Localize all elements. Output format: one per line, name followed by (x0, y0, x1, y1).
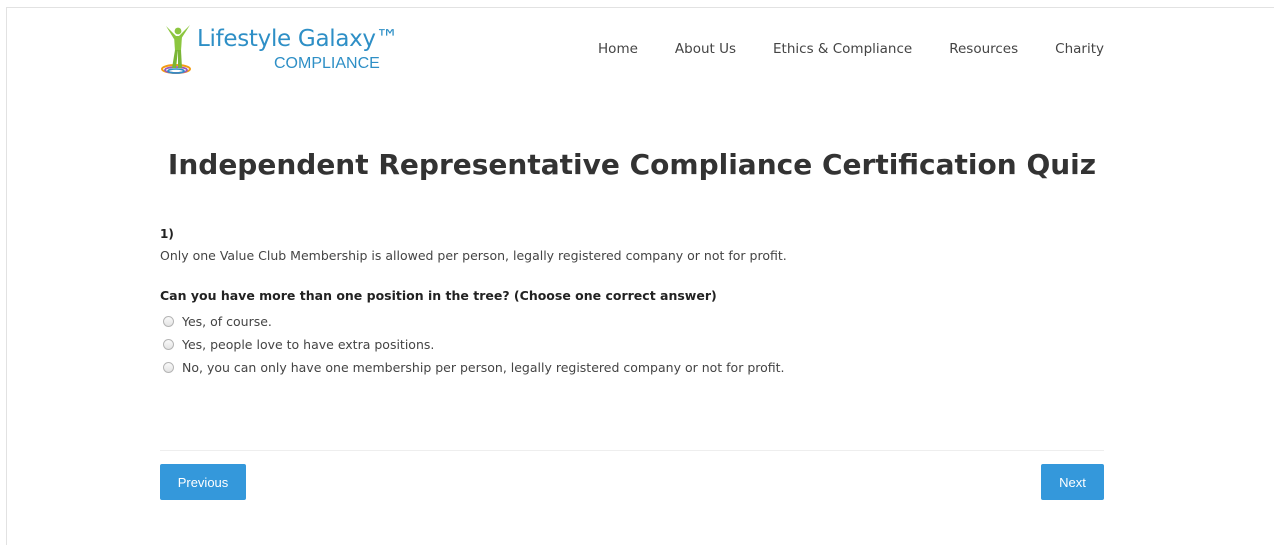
page-title: Independent Representative Compliance Ce… (167, 148, 1097, 181)
previous-button[interactable]: Previous (160, 464, 246, 500)
nav-item-home[interactable]: Home (598, 41, 638, 57)
logo-subtitle: COMPLIANCE (274, 55, 380, 72)
answer-options: Yes, of course. Yes, people love to have… (160, 310, 785, 379)
nav-item-ethics-compliance[interactable]: Ethics & Compliance (773, 41, 912, 57)
question-description: Only one Value Club Membership is allowe… (160, 248, 787, 263)
site-logo[interactable]: Lifestyle Galaxy™ COMPLIANCE (160, 23, 400, 83)
answer-option-label: Yes, people love to have extra positions… (182, 337, 435, 352)
next-button[interactable]: Next (1041, 464, 1104, 500)
answer-option-label: No, you can only have one membership per… (182, 360, 785, 375)
radio-button[interactable] (163, 316, 174, 327)
radio-button[interactable] (163, 339, 174, 350)
main-nav: Home About Us Ethics & Compliance Resour… (561, 41, 1104, 57)
radio-button[interactable] (163, 362, 174, 373)
question-prompt: Can you have more than one position in t… (160, 288, 717, 303)
answer-option[interactable]: Yes, of course. (160, 310, 785, 333)
logo-figure-icon (161, 25, 191, 74)
divider (160, 450, 1104, 451)
nav-item-about-us[interactable]: About Us (675, 41, 736, 57)
nav-item-resources[interactable]: Resources (949, 41, 1018, 57)
nav-item-charity[interactable]: Charity (1055, 41, 1104, 57)
question-number: 1) (160, 227, 174, 241)
answer-option-label: Yes, of course. (182, 314, 272, 329)
site-header: Lifestyle Galaxy™ COMPLIANCE Home About … (160, 23, 1104, 83)
answer-option[interactable]: Yes, people love to have extra positions… (160, 333, 785, 356)
answer-option[interactable]: No, you can only have one membership per… (160, 356, 785, 379)
page: Lifestyle Galaxy™ COMPLIANCE Home About … (6, 7, 1274, 545)
logo-name: Lifestyle Galaxy™ (197, 26, 399, 52)
